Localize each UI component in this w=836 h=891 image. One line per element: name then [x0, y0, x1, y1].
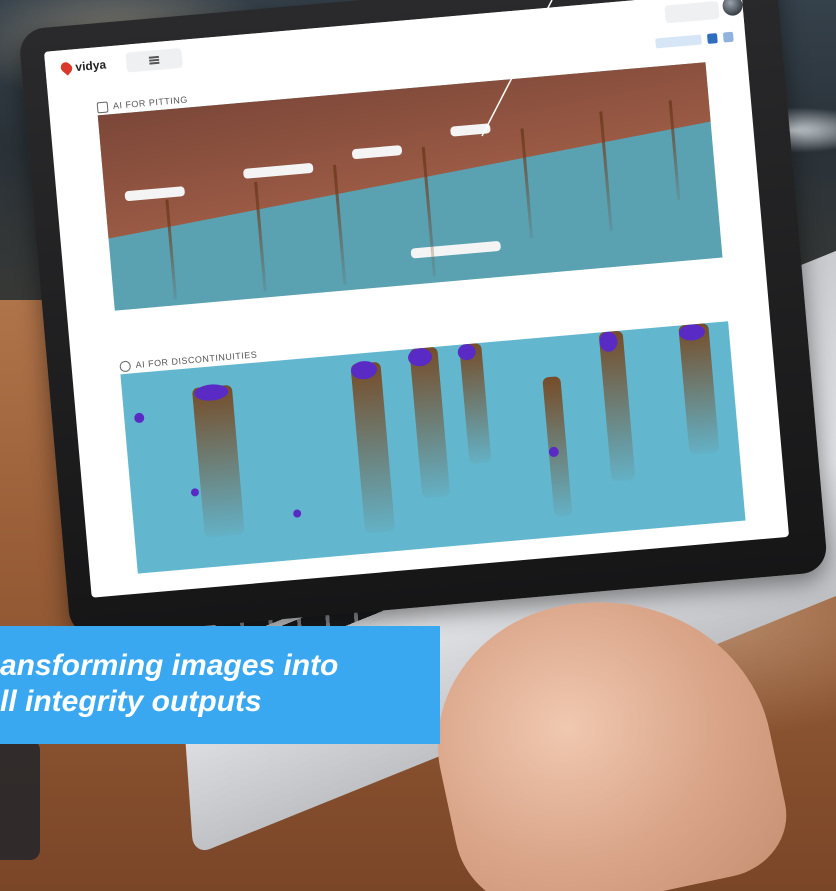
blurred-object [0, 740, 40, 860]
location-pin-icon [58, 60, 75, 76]
section-pitting: AI FOR PITTING [96, 46, 723, 311]
toolbar-icon[interactable] [706, 33, 718, 44]
corrosion-streak [459, 342, 492, 465]
corrosion-streak [598, 330, 636, 482]
photo-scene: vidya AI FOR PITTING AI FOR DISCONTINUIT… [0, 0, 836, 891]
defect-marker [190, 488, 200, 497]
menu-button[interactable] [125, 47, 183, 73]
avatar[interactable] [721, 0, 744, 17]
user-chip[interactable] [664, 0, 720, 24]
corrosion-streak [678, 322, 720, 456]
corrosion-streak [409, 346, 451, 499]
laptop-lid: vidya AI FOR PITTING AI FOR DISCONTINUIT… [18, 0, 829, 638]
caption-banner: ansforming images into ll integrity outp… [0, 626, 440, 744]
rust-area [97, 62, 723, 243]
hamburger-icon [148, 58, 159, 62]
defect-marker [292, 509, 302, 518]
corrosion-streak [350, 361, 396, 534]
caption-text: ansforming images into ll integrity outp… [0, 649, 339, 718]
circle-icon [119, 359, 132, 372]
image-icon [96, 100, 109, 113]
toolbar-icon-secondary[interactable] [722, 31, 734, 43]
defect-marker [133, 412, 145, 424]
laptop-screen: vidya AI FOR PITTING AI FOR DISCONTINUIT… [44, 0, 790, 598]
corrosion-streak [542, 376, 573, 518]
corrosion-streak [191, 384, 245, 538]
coating-loss-marker [410, 240, 502, 259]
section-discontinuities: AI FOR DISCONTINUITIES [119, 305, 746, 574]
toolbar [655, 31, 734, 49]
logo-text: vidya [74, 57, 107, 75]
app-logo[interactable]: vidya [58, 57, 107, 76]
